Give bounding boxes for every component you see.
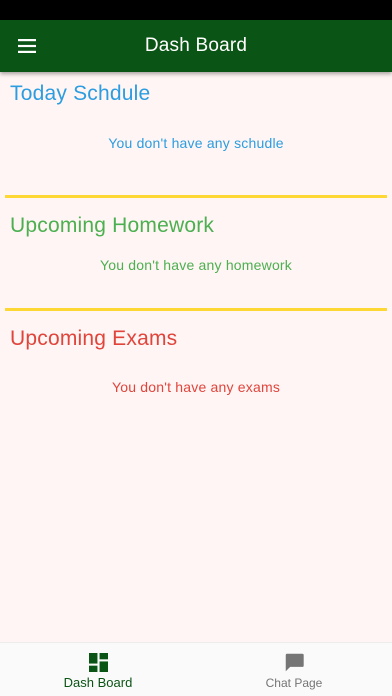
schedule-heading: Today Schdule	[10, 82, 151, 105]
nav-item-chat[interactable]: Chat Page	[196, 643, 392, 696]
page-title: Dash Board	[144, 35, 248, 56]
status-bar	[0, 0, 392, 20]
exams-section: Upcoming Exams You don't have any exams	[0, 311, 392, 431]
dashboard-icon	[88, 652, 108, 672]
schedule-section: Today Schdule You don't have any schudle	[0, 72, 392, 196]
menu-button[interactable]	[12, 32, 42, 60]
schedule-empty-message: You don't have any schudle	[108, 135, 284, 151]
app-bar: Dash Board	[0, 20, 392, 72]
chat-icon	[285, 653, 304, 671]
homework-heading: Upcoming Homework	[10, 214, 215, 237]
exams-empty-message: You don't have any exams	[111, 379, 281, 395]
dashboard-screen: Dash Board Today Schdule You don't have …	[0, 0, 392, 696]
exams-heading: Upcoming Exams	[10, 327, 178, 350]
bottom-navigation: Dash Board Chat Page	[0, 642, 392, 696]
nav-label-dashboard: Dash Board	[63, 675, 133, 690]
homework-empty-message: You don't have any homework	[99, 257, 292, 273]
nav-item-dashboard[interactable]: Dash Board	[0, 643, 196, 696]
homework-section: Upcoming Homework You don't have any hom…	[0, 198, 392, 308]
nav-label-chat: Chat Page	[265, 676, 323, 690]
hamburger-menu-icon	[18, 39, 36, 53]
